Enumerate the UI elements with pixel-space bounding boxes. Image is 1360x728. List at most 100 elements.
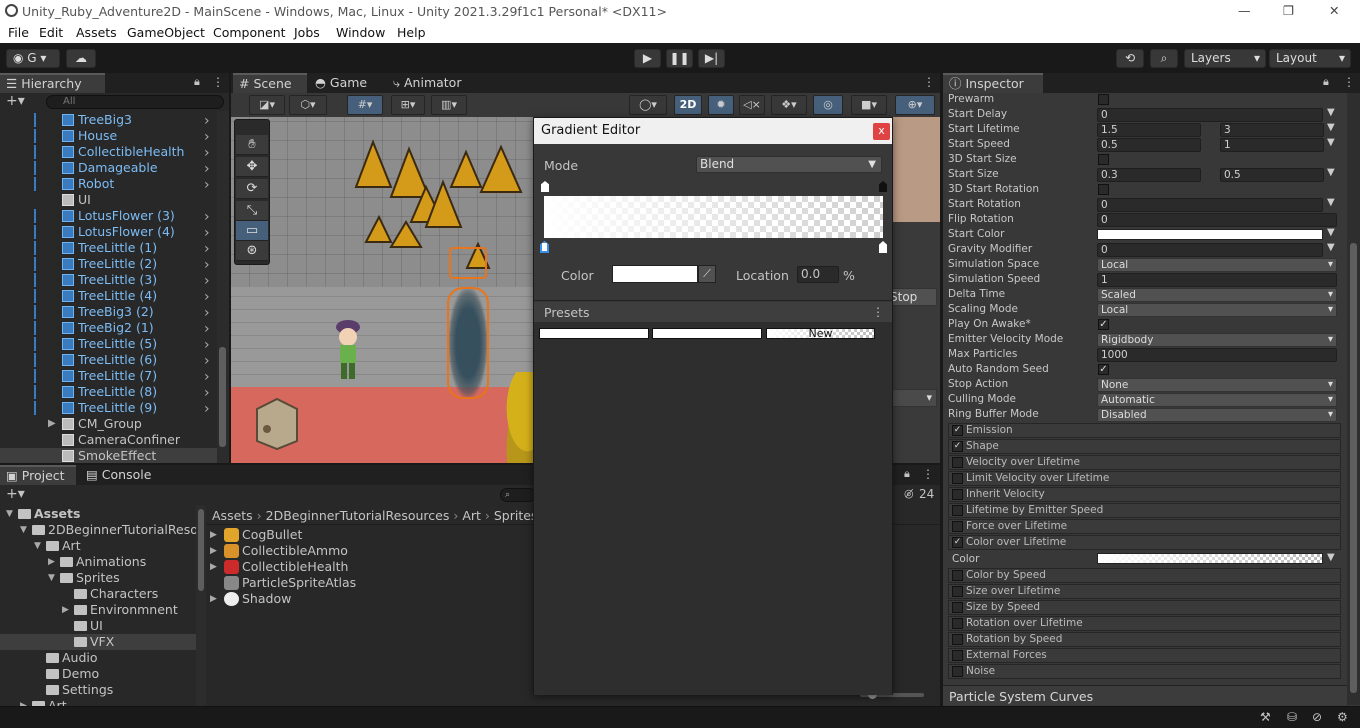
add-object-button[interactable]: +▾ (6, 93, 25, 109)
module-header[interactable]: Size by Speed (948, 600, 1341, 615)
module-header[interactable]: Force over Lifetime (948, 519, 1341, 534)
project-file-item[interactable]: ▶ CogBullet (206, 527, 536, 543)
audio-toggle[interactable]: ◁× (739, 95, 765, 115)
curve-mode-dropdown-icon[interactable]: ▼ (1327, 122, 1335, 133)
project-folder-item[interactable]: ▶ Animations (0, 554, 196, 570)
hierarchy-item[interactable]: TreeLittle (1) › (0, 240, 217, 257)
cloud-button[interactable]: ☁ (66, 49, 96, 68)
orientation-dropdown[interactable]: ⬡▾ (289, 95, 327, 115)
hierarchy-item[interactable]: UI (0, 192, 217, 208)
tab-game[interactable]: ◓ Game (309, 73, 383, 93)
curve-mode-dropdown-icon[interactable]: ▼ (1327, 197, 1335, 208)
module-header[interactable]: ✓ Color over Lifetime (948, 535, 1341, 550)
hierarchy-scroll-thumb[interactable] (219, 347, 226, 447)
hidden-objects-toggle[interactable]: ◎ (813, 95, 843, 115)
collab-icon[interactable]: ⚙ (1337, 710, 1348, 724)
project-tree-scroll-thumb[interactable] (198, 509, 204, 591)
step-button[interactable]: ▶| (698, 49, 725, 68)
rect-tool-icon[interactable]: ▭ (236, 221, 268, 241)
project-folder-item[interactable]: UI (0, 618, 196, 634)
gradient-preview-bar[interactable] (544, 196, 883, 238)
menu-window[interactable]: Window (336, 25, 385, 40)
module-header[interactable]: External Forces (948, 648, 1341, 663)
inspector-max-field[interactable]: 1 (1220, 138, 1324, 152)
file-expand-arrow-icon[interactable]: ▶ (210, 559, 217, 575)
prefab-open-icon[interactable]: › (204, 225, 210, 241)
folder-expand-arrow-icon[interactable]: ▼ (20, 522, 27, 538)
color-swatch[interactable] (612, 265, 698, 283)
module-enable-checkbox[interactable] (952, 489, 963, 500)
inspector-scroll-thumb[interactable] (1350, 243, 1357, 693)
ruler-button[interactable]: ▥▾ (431, 95, 467, 115)
gizmos-dropdown[interactable]: ⊕▾ (895, 95, 935, 115)
cache-server-icon[interactable]: ⛁ (1287, 710, 1297, 724)
prefab-open-icon[interactable]: › (204, 161, 210, 177)
file-expand-arrow-icon[interactable]: ▶ (210, 591, 217, 607)
prefab-open-icon[interactable]: › (204, 113, 210, 129)
folder-expand-arrow-icon[interactable]: ▼ (6, 506, 13, 522)
gradient-mode-dropdown-icon[interactable]: ▼ (1327, 552, 1335, 563)
folder-expand-arrow-icon[interactable]: ▼ (48, 570, 55, 586)
project-file-item[interactable]: ParticleSpriteAtlas (206, 575, 536, 591)
inspector-value-field[interactable]: 1 (1097, 273, 1337, 287)
module-header[interactable]: Size over Lifetime (948, 584, 1341, 599)
folder-expand-arrow-icon[interactable]: ▶ (62, 602, 69, 618)
prefab-open-icon[interactable]: › (204, 337, 210, 353)
breadcrumb-item[interactable]: 2DBeginnerTutorialResources (266, 508, 450, 523)
breadcrumb-item[interactable]: Assets (212, 508, 253, 523)
debug-icon[interactable]: ⚒ (1260, 710, 1271, 724)
module-header[interactable]: Noise (948, 664, 1341, 679)
menu-file[interactable]: File (8, 25, 29, 40)
alpha-key-left[interactable] (541, 181, 549, 192)
hierarchy-item[interactable]: TreeLittle (4) › (0, 288, 217, 305)
inspector-scrollbar[interactable] (1347, 93, 1360, 705)
module-enable-checkbox[interactable] (952, 473, 963, 484)
inspector-dropdown[interactable]: None (1097, 378, 1337, 392)
hierarchy-scrollbar[interactable] (217, 111, 229, 463)
inspector-max-field[interactable]: 3 (1220, 123, 1324, 137)
tab-project[interactable]: ▣ Project (0, 465, 76, 485)
location-input[interactable]: 0.0 (797, 266, 839, 283)
module-enable-checkbox[interactable]: ✓ (952, 425, 963, 436)
hierarchy-item[interactable]: Robot › (0, 176, 217, 193)
hierarchy-item[interactable]: CollectibleHealth › (0, 144, 217, 161)
inspector-value-field[interactable]: 0 (1097, 243, 1323, 257)
prefab-open-icon[interactable]: › (204, 401, 210, 417)
curve-mode-dropdown-icon[interactable]: ▼ (1327, 227, 1335, 238)
file-expand-arrow-icon[interactable]: ▶ (210, 527, 217, 543)
inspector-max-field[interactable]: 0.5 (1220, 168, 1324, 182)
inspector-dropdown[interactable]: Automatic (1097, 393, 1337, 407)
scene-character[interactable] (331, 317, 365, 387)
breadcrumb-item[interactable]: Art (462, 508, 481, 523)
tab-hierarchy[interactable]: ☰ Hierarchy (0, 73, 105, 93)
menu-assets[interactable]: Assets (76, 25, 117, 40)
module-header[interactable]: Limit Velocity over Lifetime (948, 471, 1341, 486)
scale-tool-icon[interactable]: ⤡ (236, 201, 268, 221)
presets-more-icon[interactable]: ⋮ (872, 305, 884, 319)
project-folder-item[interactable]: Characters (0, 586, 196, 602)
curve-mode-dropdown-icon[interactable]: ▼ (1327, 167, 1335, 178)
scene-more-icon[interactable]: ⋮ (923, 75, 935, 89)
project-search-input[interactable]: ⌕ (500, 488, 536, 502)
inspector-checkbox[interactable]: ✓ (1098, 319, 1109, 330)
inspector-value-field[interactable]: 0 (1097, 213, 1337, 227)
inspector-min-field[interactable]: 0.3 (1097, 168, 1201, 182)
project-tree-scrollbar[interactable] (196, 505, 206, 728)
inspector-checkbox[interactable] (1098, 154, 1109, 165)
expand-arrow-icon[interactable]: ▶ (48, 416, 56, 432)
color-key-right[interactable] (879, 241, 887, 253)
close-window-button[interactable]: ✕ (1329, 3, 1339, 18)
prefab-open-icon[interactable]: › (204, 273, 210, 289)
breadcrumb-item[interactable]: Sprites (494, 508, 538, 523)
module-header[interactable]: Rotation by Speed (948, 632, 1341, 647)
menu-help[interactable]: Help (397, 25, 426, 40)
prefab-open-icon[interactable]: › (204, 385, 210, 401)
draw-mode-dropdown[interactable]: ◪▾ (249, 95, 285, 115)
inspector-value-field[interactable]: 1000 (1097, 348, 1337, 362)
prefab-open-icon[interactable]: › (204, 289, 210, 305)
module-enable-checkbox[interactable] (952, 457, 963, 468)
module-header[interactable]: Inherit Velocity (948, 487, 1341, 502)
create-asset-button[interactable]: +▾ (6, 486, 25, 502)
inspector-checkbox[interactable] (1098, 184, 1109, 195)
start-color-swatch[interactable] (1097, 229, 1323, 240)
